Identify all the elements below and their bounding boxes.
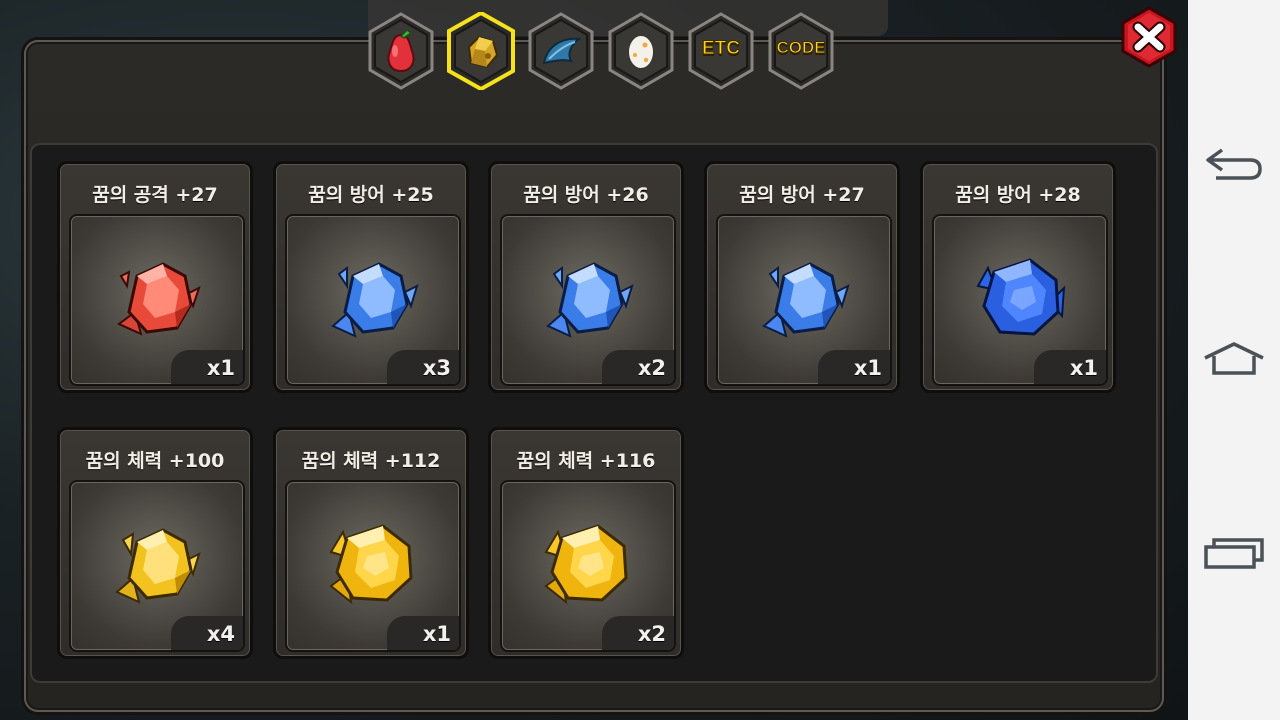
home-button[interactable] xyxy=(1202,336,1266,386)
close-button[interactable] xyxy=(1119,6,1179,68)
category-tabs: ETC CODE xyxy=(366,12,846,94)
tab-egg[interactable] xyxy=(606,12,676,90)
pear-fruit-icon xyxy=(387,29,415,73)
blue-crystal-icon xyxy=(762,262,850,338)
tab-gem[interactable] xyxy=(446,12,516,90)
home-icon xyxy=(1204,342,1264,375)
item-quantity: x2 xyxy=(637,622,666,646)
item-slot: x1 xyxy=(932,214,1108,386)
item-quantity: x1 xyxy=(206,356,235,380)
item-card[interactable]: 꿈의 공격 +27 x1 xyxy=(57,161,253,393)
blue-crystal-icon xyxy=(546,262,634,338)
item-title: 꿈의 방어 +25 xyxy=(308,184,434,206)
item-title: 꿈의 방어 +26 xyxy=(523,184,649,206)
blue-crystal-icon xyxy=(976,258,1066,336)
item-slot: x1 xyxy=(716,214,892,386)
item-card[interactable]: 꿈의 방어 +28 x1 xyxy=(920,161,1116,393)
blue-feather-icon xyxy=(542,37,581,65)
tab-code[interactable]: CODE xyxy=(766,12,836,90)
item-slot: x1 xyxy=(285,480,461,652)
tab-etc-label: ETC xyxy=(702,38,741,60)
tab-fruit[interactable] xyxy=(366,12,436,90)
item-quantity: x4 xyxy=(206,622,235,646)
close-x-icon xyxy=(1121,6,1177,68)
item-slot: x4 xyxy=(69,480,245,652)
item-card[interactable]: 꿈의 체력 +100 x4 xyxy=(57,427,253,659)
item-slot: x2 xyxy=(500,480,676,652)
yellow-crystal-icon xyxy=(115,528,201,604)
item-card[interactable]: 꿈의 체력 +116 x2 xyxy=(488,427,684,659)
item-quantity: x1 xyxy=(422,622,451,646)
item-quantity: x3 xyxy=(422,356,451,380)
blue-crystal-icon xyxy=(331,262,419,338)
item-card[interactable]: 꿈의 방어 +26 x2 xyxy=(488,161,684,393)
item-quantity: x1 xyxy=(853,356,882,380)
item-slot: x2 xyxy=(500,214,676,386)
item-card[interactable]: 꿈의 방어 +27 x1 xyxy=(704,161,900,393)
tab-code-label: CODE xyxy=(776,38,826,58)
item-title: 꿈의 공격 +27 xyxy=(92,184,218,206)
item-title: 꿈의 체력 +116 xyxy=(516,450,656,472)
item-slot: x1 xyxy=(69,214,245,386)
item-title: 꿈의 방어 +27 xyxy=(739,184,865,206)
system-navbar xyxy=(1188,0,1280,720)
yellow-crystal-icon xyxy=(544,524,628,605)
item-title: 꿈의 체력 +100 xyxy=(85,450,225,472)
back-button[interactable] xyxy=(1202,138,1266,188)
yellow-crystal-icon xyxy=(329,524,413,605)
egg-icon xyxy=(627,34,655,70)
item-slot: x3 xyxy=(285,214,461,386)
item-title: 꿈의 체력 +112 xyxy=(301,450,441,472)
red-crystal-icon xyxy=(117,262,201,336)
gold-ore-icon xyxy=(467,35,499,69)
item-card[interactable]: 꿈의 체력 +112 x1 xyxy=(273,427,469,659)
item-title: 꿈의 방어 +28 xyxy=(955,184,1081,206)
recent-apps-icon xyxy=(1204,538,1264,569)
tab-etc[interactable]: ETC xyxy=(686,12,756,90)
item-card[interactable]: 꿈의 방어 +25 x3 xyxy=(273,161,469,393)
recent-apps-button[interactable] xyxy=(1202,530,1266,580)
item-quantity: x1 xyxy=(1069,356,1098,380)
back-arrow-icon xyxy=(1206,148,1262,180)
tab-feather[interactable] xyxy=(526,12,596,90)
item-quantity: x2 xyxy=(637,356,666,380)
